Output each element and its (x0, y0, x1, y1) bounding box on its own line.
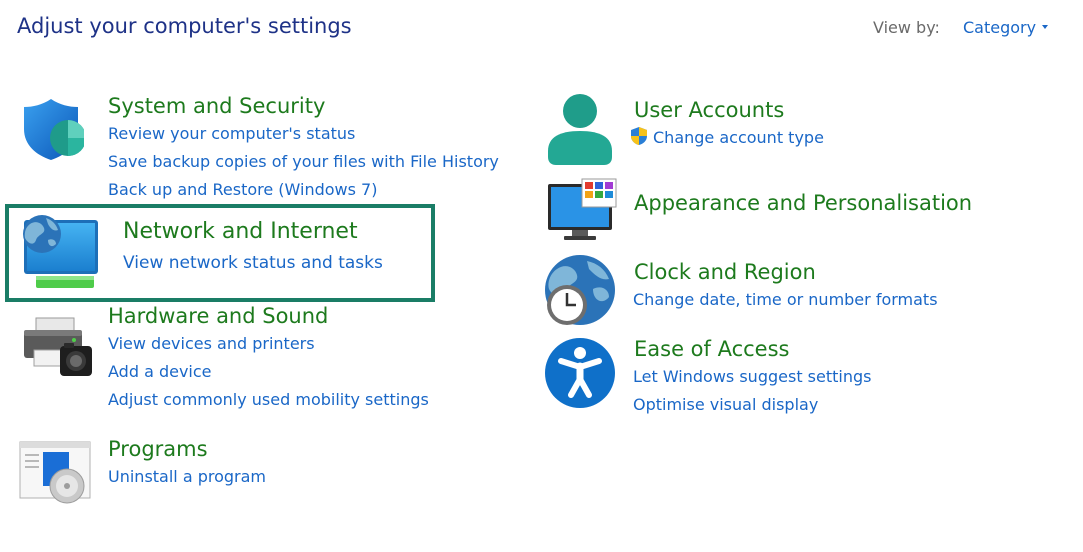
category-title-user-accounts[interactable]: User Accounts (634, 96, 824, 124)
category-title-hardware-sound[interactable]: Hardware and Sound (108, 302, 429, 330)
clock-globe-icon[interactable] (543, 255, 617, 333)
category-hardware-sound-body: Hardware and Sound View devices and prin… (108, 302, 429, 414)
category-title-appearance[interactable]: Appearance and Personalisation (634, 189, 972, 217)
category-title-clock-region[interactable]: Clock and Region (634, 258, 938, 286)
view-by-dropdown[interactable]: Category (963, 18, 1049, 37)
category-title-system-security[interactable]: System and Security (108, 92, 499, 120)
category-programs-body: Programs Uninstall a program (108, 435, 266, 491)
monitor-icon[interactable] (546, 178, 618, 246)
category-user-accounts-body: User Accounts Change account type (631, 96, 824, 155)
view-by-label: View by: (873, 18, 940, 37)
category-network-internet-body: Network and Internet View network status… (123, 216, 383, 278)
category-title-network-internet[interactable]: Network and Internet (123, 216, 383, 248)
link-change-account-type[interactable]: Change account type (630, 124, 824, 155)
user-icon[interactable] (546, 93, 614, 171)
shield-icon[interactable] (22, 97, 86, 165)
uac-shield-icon (630, 126, 648, 155)
link-suggest-settings[interactable]: Let Windows suggest settings (633, 363, 871, 391)
link-review-status[interactable]: Review your computer's status (108, 120, 499, 148)
category-ease-of-access-body: Ease of Access Let Windows suggest setti… (633, 335, 871, 419)
link-change-account-type-text: Change account type (653, 128, 824, 147)
page-title: Adjust your computer's settings (17, 14, 352, 38)
network-icon[interactable] (22, 214, 100, 294)
accessibility-icon[interactable] (544, 337, 616, 413)
link-optimise-visual[interactable]: Optimise visual display (633, 391, 871, 419)
link-network-status[interactable]: View network status and tasks (123, 248, 383, 278)
link-uninstall[interactable]: Uninstall a program (108, 463, 266, 491)
link-file-history[interactable]: Save backup copies of your files with Fi… (108, 148, 499, 176)
link-add-device[interactable]: Add a device (108, 358, 429, 386)
view-by-value: Category (963, 18, 1037, 37)
category-appearance-body: Appearance and Personalisation (634, 189, 972, 217)
link-backup-restore[interactable]: Back up and Restore (Windows 7) (108, 176, 499, 204)
link-mobility-settings[interactable]: Adjust commonly used mobility settings (108, 386, 429, 414)
category-title-ease-of-access[interactable]: Ease of Access (634, 335, 871, 363)
caret-down-icon (1042, 24, 1049, 29)
programs-icon[interactable] (19, 440, 93, 510)
printer-icon[interactable] (22, 316, 94, 382)
view-by: View by: Category (873, 18, 1049, 37)
link-devices-printers[interactable]: View devices and printers (108, 330, 429, 358)
category-system-security-body: System and Security Review your computer… (108, 92, 499, 204)
category-clock-region-body: Clock and Region Change date, time or nu… (633, 258, 938, 314)
category-title-programs[interactable]: Programs (108, 435, 266, 463)
link-date-time-formats[interactable]: Change date, time or number formats (633, 286, 938, 314)
